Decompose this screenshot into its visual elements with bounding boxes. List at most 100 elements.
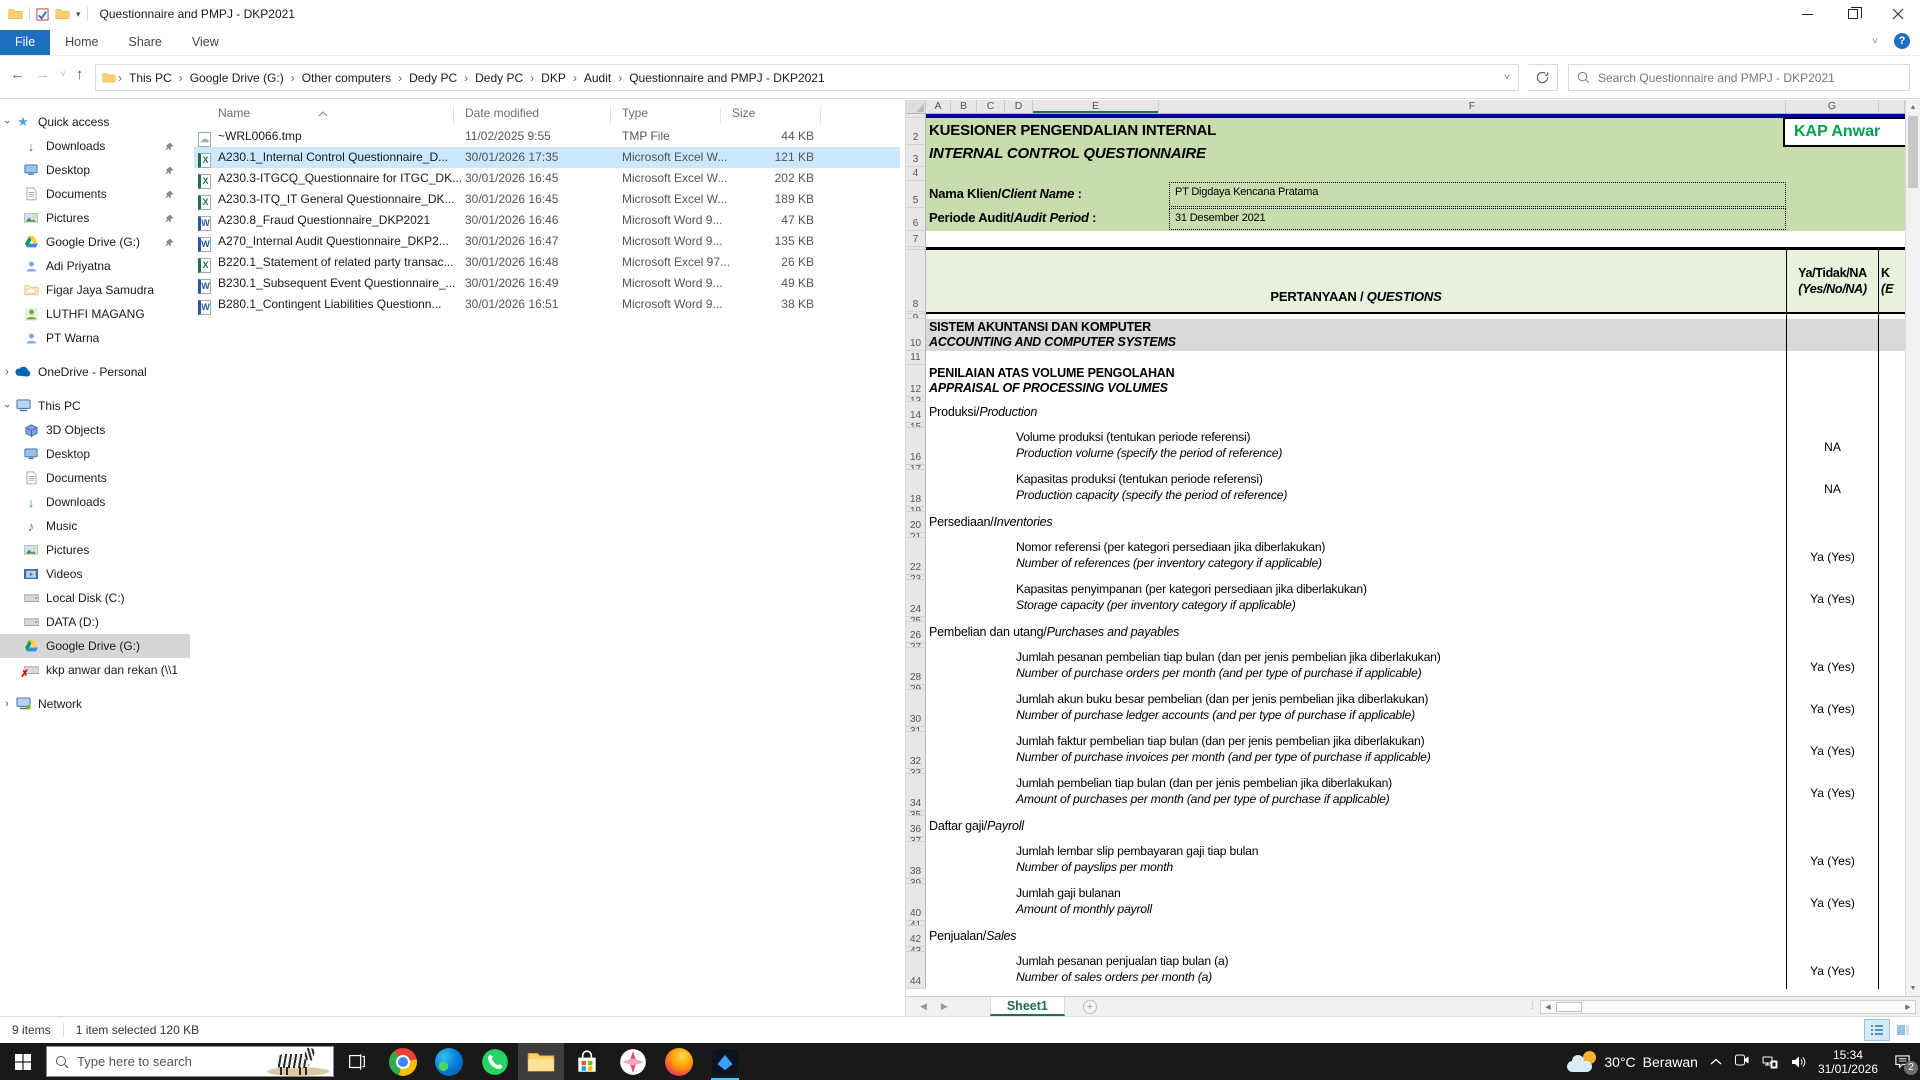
- taskbar-app-dark-app[interactable]: [702, 1043, 748, 1080]
- answer-cell[interactable]: [1786, 816, 1879, 837]
- taskbar-app-task-view[interactable]: [334, 1043, 380, 1080]
- sidebar-item-documents[interactable]: Documents: [0, 182, 190, 206]
- scroll-up-arrow-icon[interactable]: ▲: [1906, 100, 1920, 115]
- answer-cell[interactable]: Ya (Yes): [1786, 580, 1879, 617]
- client-name-value[interactable]: PT Digdaya Kencana Pratama: [1169, 182, 1786, 207]
- tray-expand-chevron-icon[interactable]: [1710, 1058, 1722, 1066]
- help-icon[interactable]: ?: [1894, 33, 1910, 49]
- tab-sheet1[interactable]: Sheet1: [990, 997, 1065, 1016]
- sheet-row-6[interactable]: 6 Periode Audit/Audit Period : 31 Desemb…: [906, 208, 1905, 231]
- horizontal-scrollbar-thumb[interactable]: [1556, 1002, 1582, 1012]
- history-chevron-icon[interactable]: ˅: [60, 69, 66, 80]
- answer-cell[interactable]: NA: [1786, 428, 1879, 465]
- taskbar-app-pink-app[interactable]: [610, 1043, 656, 1080]
- details-view-button[interactable]: [1864, 1019, 1890, 1041]
- scroll-down-arrow-icon[interactable]: ▼: [1906, 981, 1920, 996]
- answer-cell[interactable]: Ya (Yes): [1786, 884, 1879, 921]
- file-name[interactable]: A230.1_Internal Control Questionnaire_D.…: [218, 150, 448, 164]
- breadcrumb-separator[interactable]: ›: [528, 71, 536, 85]
- sheet-row-34[interactable]: 34Jumlah pembelian tiap bulan (dan per j…: [906, 774, 1905, 811]
- chevron-collapsed-icon[interactable]: ›: [0, 698, 14, 710]
- breadcrumb-separator[interactable]: ›: [462, 71, 470, 85]
- sheet-nav-prev-icon[interactable]: ◀: [920, 1001, 927, 1012]
- sidebar-item-videos[interactable]: Videos: [0, 562, 190, 586]
- sidebar-item-google-drive-g-[interactable]: Google Drive (G:): [0, 230, 190, 254]
- file-name[interactable]: A270_Internal Audit Questionnaire_DKP2..…: [218, 234, 449, 248]
- file-row[interactable]: WA270_Internal Audit Questionnaire_DKP2.…: [194, 231, 900, 252]
- file-row[interactable]: WA230.8_Fraud Questionnaire_DKP202130/01…: [194, 210, 900, 231]
- back-button[interactable]: ←: [10, 66, 25, 83]
- breadcrumb-separator[interactable]: ›: [289, 71, 297, 85]
- taskbar-app-microsoft-store[interactable]: [564, 1043, 610, 1080]
- ribbon-tab-home[interactable]: Home: [50, 30, 113, 55]
- column-header-partial[interactable]: [1879, 100, 1905, 113]
- sheet-row-2[interactable]: 2 KUESIONER PENGENDALIAN INTERNAL: [906, 118, 1905, 145]
- sheet-row-5[interactable]: 5 Nama Klien/Client Name : PT Digdaya Ke…: [906, 181, 1905, 208]
- vertical-scrollbar-thumb[interactable]: [1908, 116, 1918, 188]
- file-row[interactable]: XB220.1_Statement of related party trans…: [194, 252, 900, 273]
- customize-toolbar-chevron-icon[interactable]: ▾: [76, 9, 81, 20]
- audit-period-value[interactable]: 31 Desember 2021: [1169, 208, 1786, 230]
- file-name[interactable]: ~WRL0066.tmp: [218, 129, 302, 143]
- file-row[interactable]: WB280.1_Contingent Liabilities Questionn…: [194, 294, 900, 315]
- taskbar-app-firefox[interactable]: [656, 1043, 702, 1080]
- sidebar-item-local-disk-c-[interactable]: Local Disk (C:): [0, 586, 190, 610]
- sheet-row-14[interactable]: 14Produksi/Production: [906, 402, 1905, 423]
- sheet-row-3[interactable]: 3 INTERNAL CONTROL QUESTIONNAIRE: [906, 145, 1905, 167]
- answer-cell[interactable]: Ya (Yes): [1786, 690, 1879, 727]
- ribbon-tab-view[interactable]: View: [177, 30, 234, 55]
- file-row[interactable]: XA230.3-ITQ_IT General Questionnaire_DK.…: [194, 189, 900, 210]
- answer-cell[interactable]: [1786, 319, 1879, 351]
- new-folder-icon[interactable]: [55, 8, 70, 20]
- chevron-collapsed-icon[interactable]: ›: [0, 366, 14, 378]
- sheet-row-24[interactable]: 24Kapasitas penyimpanan (per kategori pe…: [906, 580, 1905, 617]
- column-header-G[interactable]: G: [1786, 100, 1879, 113]
- answer-cell[interactable]: Ya (Yes): [1786, 538, 1879, 575]
- file-name[interactable]: A230.3-ITGCQ_Questionnaire for ITGC_DK..…: [218, 171, 462, 185]
- answer-cell[interactable]: NA: [1786, 470, 1879, 507]
- horizontal-scrollbar[interactable]: ⁞ ◀ ▶: [1540, 1000, 1916, 1014]
- sidebar-item-desktop[interactable]: Desktop: [0, 442, 190, 466]
- taskbar-search-input[interactable]: Type here to search: [46, 1046, 334, 1077]
- chevron-expanded-icon[interactable]: ›: [1, 115, 13, 129]
- answer-cell[interactable]: [1786, 351, 1879, 365]
- thumbnails-view-button[interactable]: [1890, 1019, 1916, 1041]
- ribbon-tab-share[interactable]: Share: [114, 30, 177, 55]
- column-header-B[interactable]: B: [951, 100, 977, 113]
- file-name[interactable]: B220.1_Statement of related party transa…: [218, 255, 453, 269]
- breadcrumb-item[interactable]: Other computers: [297, 71, 396, 85]
- column-header-D[interactable]: D: [1005, 100, 1033, 113]
- sheet-row-38[interactable]: 38Jumlah lembar slip pembayaran gaji tia…: [906, 842, 1905, 879]
- sheet-row-28[interactable]: 28Jumlah pesanan pembelian tiap bulan (d…: [906, 648, 1905, 685]
- column-header-date[interactable]: Date modified: [465, 106, 539, 120]
- sidebar-item-data-d-[interactable]: DATA (D:): [0, 610, 190, 634]
- zebra-search-highlight-image[interactable]: [263, 1047, 333, 1076]
- sheet-row-18[interactable]: 18Kapasitas produksi (tentukan periode r…: [906, 470, 1905, 507]
- file-name[interactable]: A230.3-ITQ_IT General Questionnaire_DK..…: [218, 192, 455, 206]
- sidebar-item-downloads[interactable]: ↓Downloads: [0, 134, 190, 158]
- column-header-C[interactable]: C: [977, 100, 1005, 113]
- search-input[interactable]: Search Questionnaire and PMPJ - DKP2021: [1568, 64, 1910, 91]
- sheet-row-44[interactable]: 44Jumlah pesanan penjualan tiap bulan (a…: [906, 952, 1905, 989]
- breadcrumb-item[interactable]: This PC: [124, 71, 177, 85]
- answer-cell[interactable]: Ya (Yes): [1786, 774, 1879, 811]
- breadcrumb-item[interactable]: Audit: [579, 71, 616, 85]
- refresh-button[interactable]: [1528, 64, 1558, 91]
- up-button[interactable]: ↑: [76, 66, 84, 83]
- sidebar-item-quick-access[interactable]: ›★Quick access: [0, 110, 190, 134]
- ribbon-collapse-chevron-icon[interactable]: ˅: [1872, 36, 1878, 47]
- taskbar-app-file-explorer[interactable]: [518, 1043, 564, 1080]
- column-header-F[interactable]: F: [1159, 100, 1786, 113]
- sheet-area[interactable]: 2 KUESIONER PENGENDALIAN INTERNAL 3 INTE…: [906, 114, 1905, 996]
- sidebar-item-downloads[interactable]: ↓Downloads: [0, 490, 190, 514]
- sidebar-item-pt-warna[interactable]: PT Warna: [0, 326, 190, 350]
- sheet-nav-next-icon[interactable]: ▶: [941, 1001, 948, 1012]
- properties-icon[interactable]: [36, 8, 49, 21]
- sidebar-item-pictures[interactable]: Pictures: [0, 206, 190, 230]
- breadcrumb-item[interactable]: Dedy PC: [470, 71, 528, 85]
- file-row[interactable]: WB230.1_Subsequent Event Questionnaire_.…: [194, 273, 900, 294]
- start-button[interactable]: [0, 1043, 46, 1080]
- sidebar-item-3d-objects[interactable]: 3D Objects: [0, 418, 190, 442]
- sidebar-item-google-drive-g-[interactable]: Google Drive (G:): [0, 634, 190, 658]
- breadcrumb-item[interactable]: Dedy PC: [404, 71, 462, 85]
